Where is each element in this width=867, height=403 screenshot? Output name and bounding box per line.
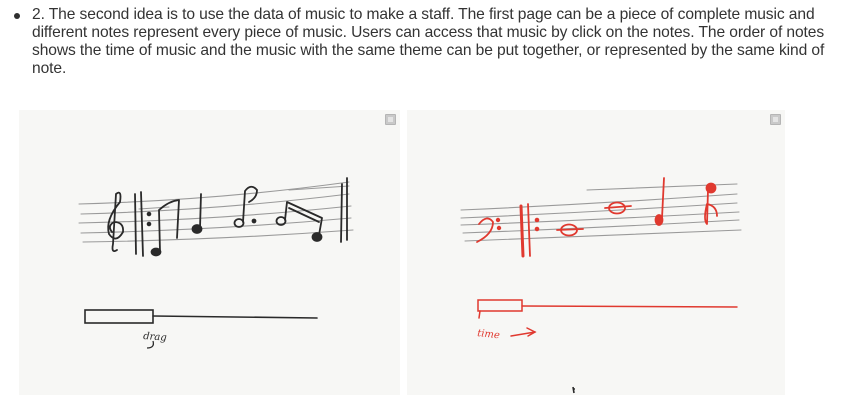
image-expand-icon[interactable] [770, 114, 781, 125]
document-page: 2. The second idea is to use the data of… [0, 0, 867, 403]
image-expand-icon[interactable] [385, 114, 396, 125]
sketch-drawing-right: time [460, 177, 742, 394]
bass-clef-icon [476, 217, 494, 243]
handwritten-label-time: time [477, 328, 501, 341]
sketch-image-time[interactable]: time [407, 110, 785, 395]
bullet-list-item: 2. The second idea is to use the data of… [14, 6, 859, 78]
timeline-handle [477, 299, 523, 312]
sketch-image-drag[interactable]: drag [19, 110, 400, 395]
bullet-paragraph: 2. The second idea is to use the data of… [32, 6, 825, 77]
handwritten-label-drag: drag [143, 331, 167, 344]
bullet-icon [14, 13, 20, 19]
timeline-handle [84, 309, 154, 324]
sketch-drawing-left: drag [78, 177, 354, 349]
